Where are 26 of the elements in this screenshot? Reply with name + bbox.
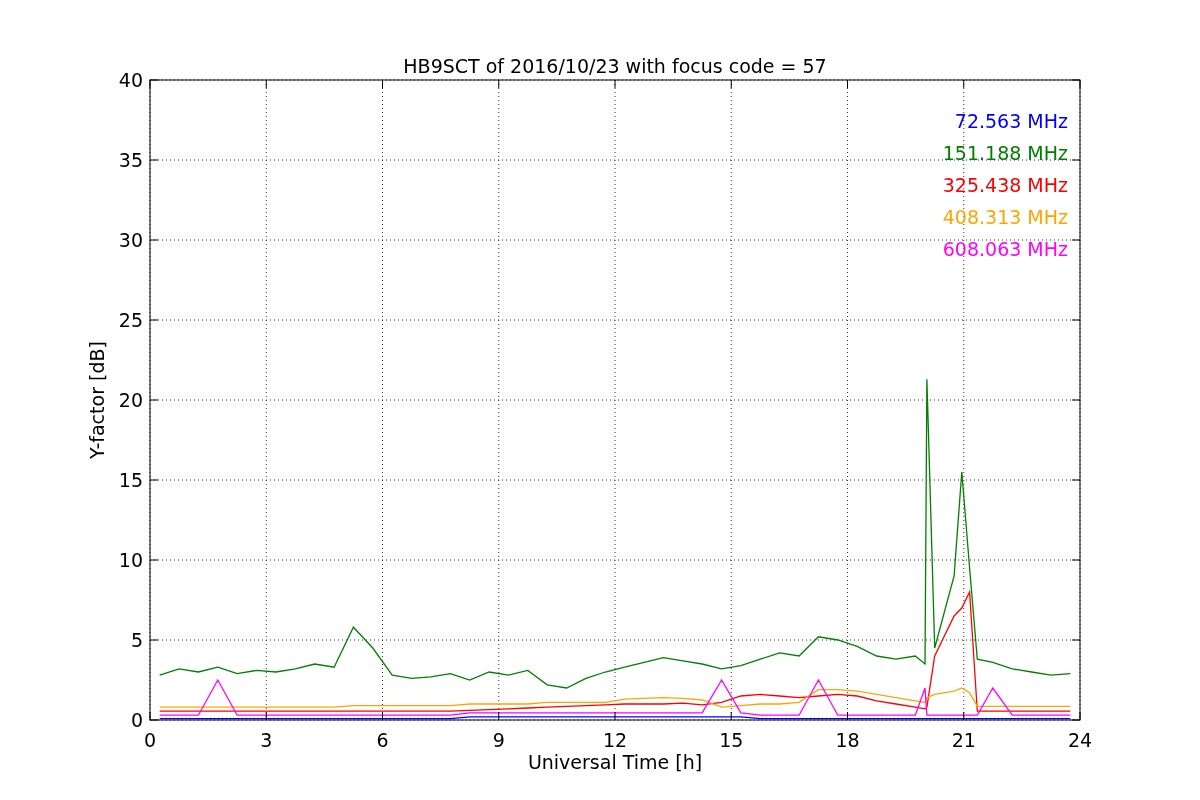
- tick-label: 3: [260, 729, 273, 751]
- tick-label: 35: [118, 149, 143, 171]
- axis-label: Universal Time [h]: [527, 751, 703, 773]
- tick-label: 9: [492, 729, 505, 751]
- tick-label: 40: [118, 69, 143, 91]
- tick-label: 20: [118, 389, 143, 411]
- tick-label: 10: [118, 549, 143, 571]
- tick-label: 24: [1067, 729, 1093, 751]
- tick-label: 21: [951, 729, 976, 751]
- tick-label: 5: [130, 629, 143, 651]
- legend-label: 608.063 MHz: [942, 238, 1068, 260]
- tick-label: 18: [835, 729, 860, 751]
- legend-label: 72.563 MHz: [954, 110, 1068, 132]
- tick-label: 0: [143, 729, 157, 751]
- tick-label: 25: [118, 309, 143, 331]
- tick-label: 15: [118, 469, 143, 491]
- tick-label: 30: [118, 229, 143, 251]
- legend-label: 408.313 MHz: [942, 206, 1068, 228]
- tick-label: 6: [376, 729, 389, 751]
- tick-label: 0: [130, 709, 143, 731]
- legend-label: 325.438 MHz: [942, 174, 1068, 196]
- tick-label: 12: [602, 729, 628, 751]
- tick-label: 15: [719, 729, 744, 751]
- axis-label: Y-factor [dB]: [86, 341, 108, 459]
- chart-title: HB9SCT of 2016/10/23 with focus code = 57: [403, 55, 827, 77]
- legend-label: 151.188 MHz: [942, 142, 1068, 164]
